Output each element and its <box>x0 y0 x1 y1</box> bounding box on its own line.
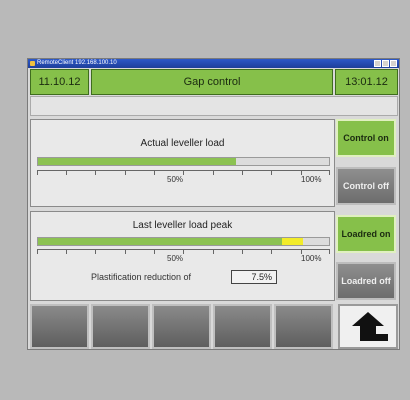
function-key-3[interactable] <box>152 304 211 349</box>
loadred-on-button[interactable]: Loadred on <box>336 215 396 253</box>
scale-label-50: 50% <box>167 254 184 263</box>
close-icon[interactable] <box>390 60 397 67</box>
load-peak-bar-fill <box>38 238 283 245</box>
function-key-1[interactable] <box>30 304 89 349</box>
loadred-off-button[interactable]: Loadred off <box>336 262 396 300</box>
actual-load-title: Actual leveller load <box>140 138 225 149</box>
home-button[interactable] <box>338 304 398 349</box>
actual-load-bar <box>37 157 330 166</box>
function-key-5[interactable] <box>274 304 333 349</box>
reduction-label: Plastification reduction of <box>91 272 192 282</box>
control-on-button[interactable]: Control on <box>336 119 396 157</box>
app-icon <box>30 61 35 66</box>
load-peak-scale <box>37 249 330 256</box>
remote-client-window: RemoteClient 192.168.100.10 11.10.12 Gap… <box>27 58 400 350</box>
scale-label-100: 100% <box>301 175 322 184</box>
page-title: Gap control <box>91 69 333 95</box>
load-peak-panel: Last leveller load peak 50% 100% Plastif… <box>30 211 335 301</box>
title-bar: RemoteClient 192.168.100.10 <box>28 59 399 68</box>
function-key-4[interactable] <box>213 304 272 349</box>
reduction-value-field: 7.5% <box>231 270 277 284</box>
header-bar: 11.10.12 Gap control 13:01.12 <box>28 69 399 95</box>
arrow-up-return-icon <box>352 312 388 341</box>
maximize-icon[interactable] <box>382 60 389 67</box>
actual-load-scale <box>37 170 330 177</box>
control-off-button[interactable]: Control off <box>336 167 396 205</box>
scale-label-100: 100% <box>301 254 322 263</box>
scale-label-50: 50% <box>167 175 184 184</box>
function-key-2[interactable] <box>91 304 150 349</box>
window-title: RemoteClient 192.168.100.10 <box>37 60 117 66</box>
date-display: 11.10.12 <box>30 69 89 95</box>
actual-load-bar-fill <box>38 158 236 165</box>
actual-load-panel: Actual leveller load 50% 100% <box>30 119 335 207</box>
load-peak-marker <box>282 238 303 245</box>
minimize-icon[interactable] <box>374 60 381 67</box>
message-strip <box>30 96 398 116</box>
time-display: 13:01.12 <box>335 69 398 95</box>
function-key-row <box>30 304 398 349</box>
load-peak-title: Last leveller load peak <box>132 220 233 231</box>
load-peak-bar <box>37 237 330 246</box>
